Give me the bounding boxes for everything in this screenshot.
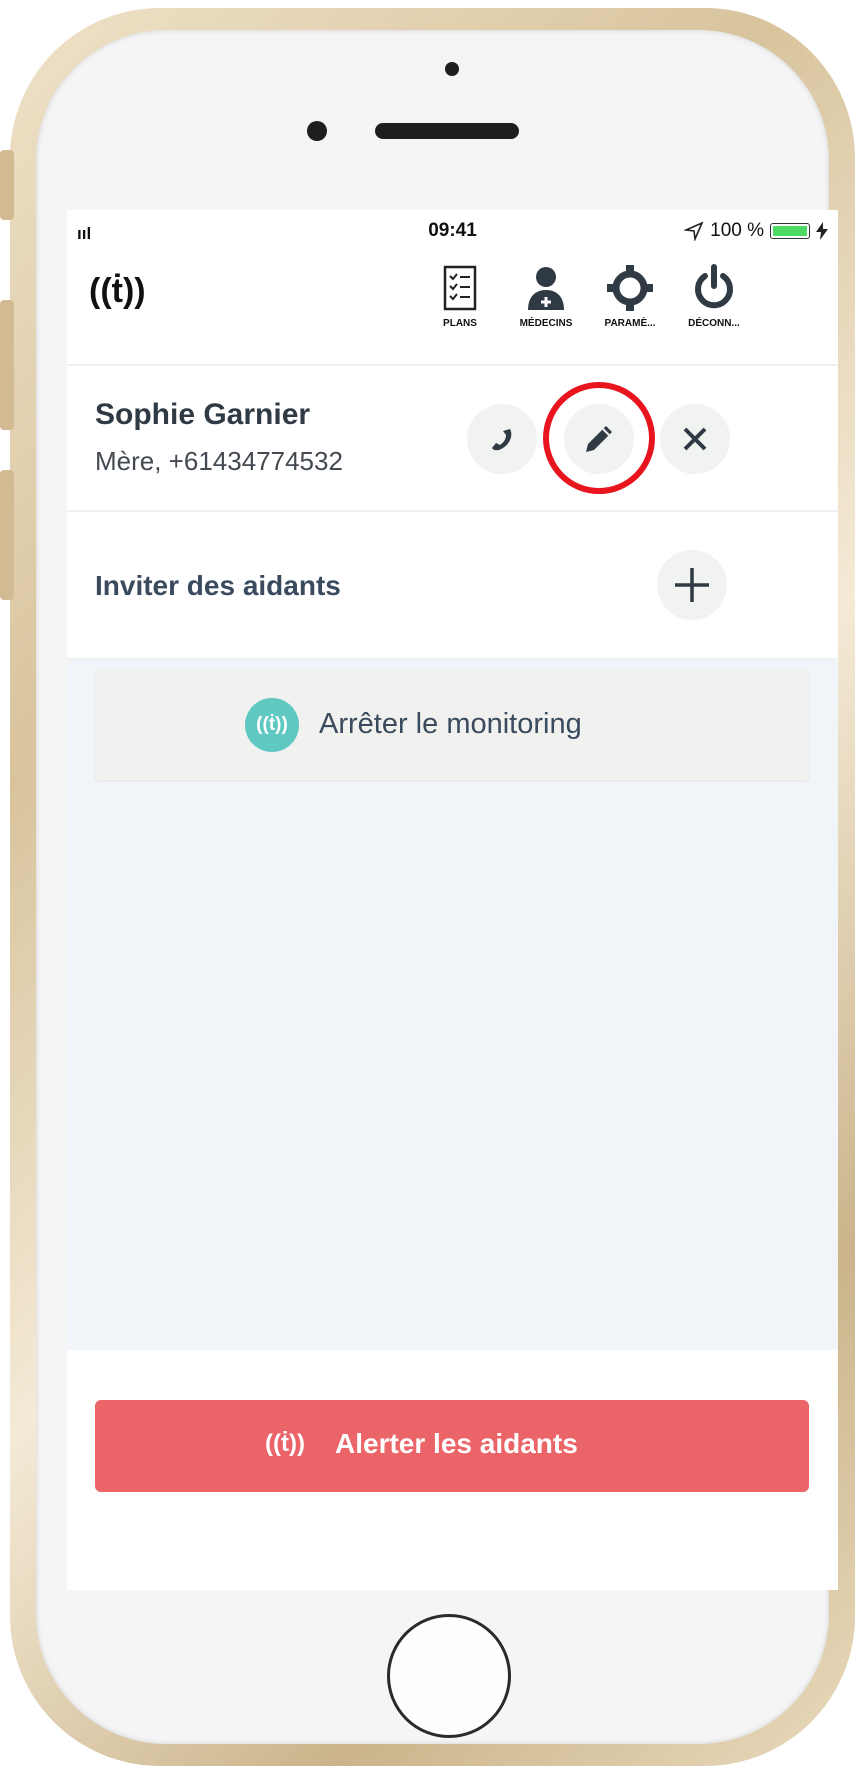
stop-monitoring-button[interactable]: ((ṫ)) Arrêter le monitoring (95, 670, 809, 780)
invite-caregivers-row[interactable]: Inviter des aidants (67, 512, 838, 660)
volume-down-button (0, 470, 14, 600)
contact-name: Sophie Garnier (95, 398, 311, 431)
battery-percent: 100 % (710, 220, 764, 241)
nav-label-medecins: MÉDECINS (519, 318, 573, 329)
nav-item-parametres[interactable]: PARAMÈ... (587, 264, 673, 352)
content-area: ((ṫ)) Arrêter le monitoring (67, 660, 838, 1350)
status-right: 100 % (684, 220, 828, 242)
nav-label-plans: PLANS (443, 318, 477, 329)
gear-icon (607, 265, 653, 311)
location-arrow-icon (684, 221, 704, 241)
close-icon (683, 427, 707, 451)
nav-item-medecins[interactable]: MÉDECINS (503, 264, 589, 352)
power-icon (695, 264, 733, 309)
alert-label: Alerter les aidants (335, 1428, 578, 1459)
call-button[interactable] (467, 404, 537, 474)
alert-caregivers-button[interactable]: ((ṫ)) Alerter les aidants (95, 1400, 809, 1492)
status-bar: ııl 09:41 100 % (67, 210, 838, 250)
nav-label-deconnexion: DÉCONN... (688, 318, 740, 329)
front-camera (307, 121, 327, 141)
plus-icon (675, 568, 709, 602)
remove-button[interactable] (660, 404, 730, 474)
home-button[interactable] (387, 1614, 511, 1738)
nav-item-deconnexion[interactable]: DÉCONN... (671, 264, 757, 352)
earpiece-speaker (375, 123, 519, 139)
volume-up-button (0, 300, 14, 430)
app-logo-icon: ((ṫ)) (89, 272, 146, 310)
invite-label: Inviter des aidants (95, 570, 341, 601)
highlight-ring (543, 382, 655, 494)
camera-dot (445, 62, 459, 76)
monitoring-icon: ((ṫ)) (245, 698, 299, 752)
caregiver-contact-row: Sophie Garnier Mère, +61434774532 (67, 366, 838, 512)
alert-icon: ((ṫ)) (265, 1430, 305, 1457)
battery-icon (770, 223, 810, 239)
stop-monitoring-label: Arrêter le monitoring (319, 708, 582, 740)
nav-label-parametres: PARAMÈ... (604, 318, 656, 329)
mute-switch (0, 150, 14, 220)
charging-bolt-icon (816, 222, 828, 240)
checklist-icon (443, 265, 477, 311)
add-caregiver-button[interactable] (657, 550, 727, 620)
top-nav: ((ṫ)) PLANS MÉDECINS PARAMÈ... DÉCONN... (67, 250, 838, 366)
doctor-icon (528, 267, 564, 310)
nav-item-plans[interactable]: PLANS (417, 264, 503, 352)
phone-icon (492, 429, 512, 451)
contact-detail: Mère, +61434774532 (95, 446, 343, 476)
app-screen: ııl 09:41 100 % ((ṫ)) PLANS MÉDECINS PAR… (67, 210, 838, 1590)
